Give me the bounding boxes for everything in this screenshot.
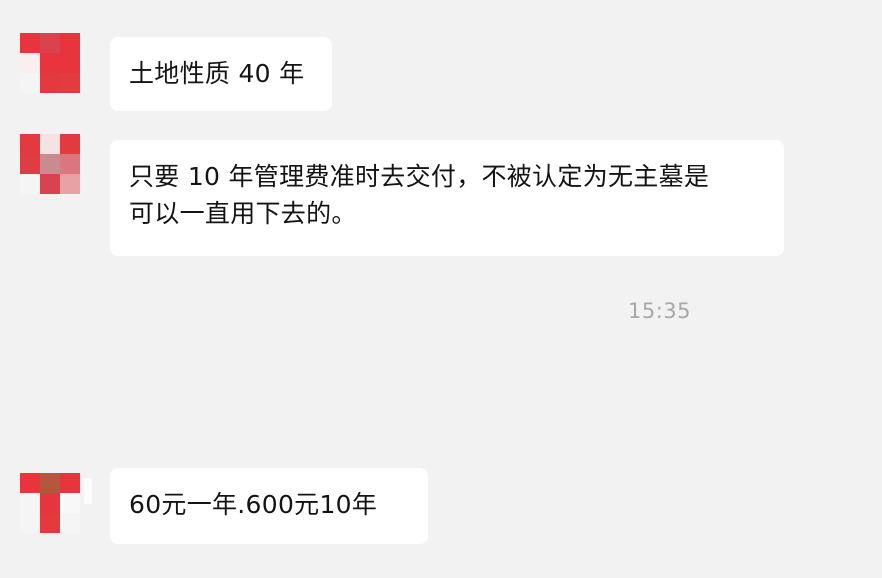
- avatar[interactable]: [20, 33, 80, 93]
- avatar-pixel: [40, 493, 60, 513]
- message-text-line: 60元一年.600元10年: [129, 490, 378, 519]
- avatar[interactable]: [20, 134, 80, 194]
- avatar-pixel: [20, 493, 40, 513]
- avatar-pixel: [60, 154, 80, 174]
- avatar-pixel: [20, 513, 40, 533]
- avatar-pixel: [40, 174, 60, 194]
- avatar-pixel: [40, 513, 60, 533]
- avatar-pixel: [20, 154, 40, 174]
- avatar-pixel: [40, 134, 60, 154]
- avatar-pixel: [40, 33, 60, 53]
- avatar-pixel: [20, 33, 40, 53]
- blurred-fragment: [84, 478, 92, 504]
- avatar-pixel: [40, 73, 60, 93]
- timestamp: 15:35: [628, 299, 692, 323]
- avatar-pixel: [40, 53, 60, 73]
- avatar-pixel: [60, 73, 80, 93]
- avatar-pixel: [60, 473, 80, 493]
- message-text-line: 土地性质 40 年: [129, 59, 305, 88]
- avatar-pixel: [60, 33, 80, 53]
- message-bubble[interactable]: 60元一年.600元10年: [110, 468, 428, 544]
- avatar-pixel: [60, 174, 80, 194]
- message-bubble[interactable]: 土地性质 40 年: [110, 37, 332, 111]
- avatar-pixel: [20, 53, 40, 73]
- message-bubble[interactable]: 只要 10 年管理费准时去交付，不被认定为无主墓是 可以一直用下去的。: [110, 140, 784, 256]
- avatar-pixel: [20, 473, 40, 493]
- avatar-pixel: [60, 134, 80, 154]
- avatar-pixel: [60, 493, 80, 513]
- avatar-pixel: [20, 73, 40, 93]
- avatar-pixel: [60, 53, 80, 73]
- message-text-line: 只要 10 年管理费准时去交付，不被认定为无主墓是: [129, 162, 710, 191]
- avatar-pixel: [40, 154, 60, 174]
- message-text-line: 可以一直用下去的。: [129, 199, 357, 228]
- avatar-pixel: [40, 473, 60, 493]
- avatar-pixel: [60, 513, 80, 533]
- avatar-pixel: [20, 134, 40, 154]
- avatar-pixel: [20, 174, 40, 194]
- avatar[interactable]: [20, 473, 80, 533]
